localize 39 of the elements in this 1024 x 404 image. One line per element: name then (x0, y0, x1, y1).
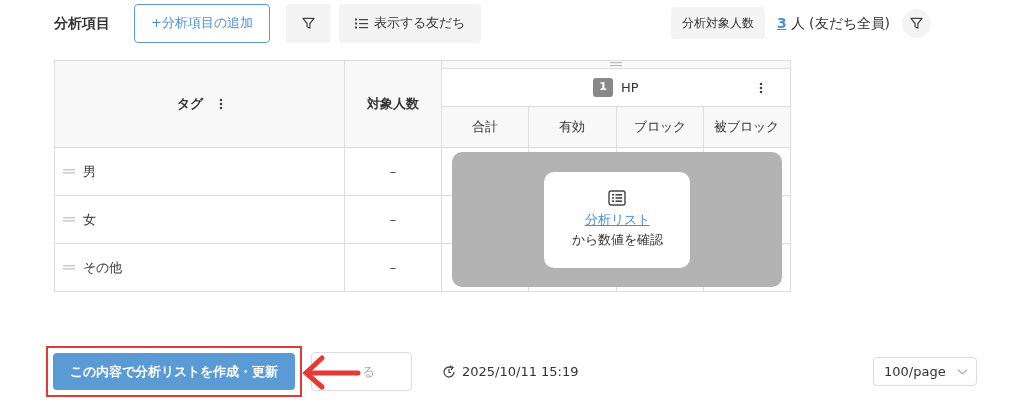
filter-icon (301, 16, 315, 30)
more-icon[interactable] (759, 81, 763, 94)
analysis-list-link[interactable]: 分析リスト (584, 210, 650, 230)
column-header: 有効 (559, 119, 586, 135)
group-name: HP (621, 78, 639, 97)
drag-handle-icon[interactable] (63, 217, 75, 222)
list-icon (608, 190, 626, 206)
tag-cell-text: その他 (83, 258, 122, 277)
drag-handle-icon[interactable] (63, 265, 75, 270)
updated-time: 2025/10/11 15:19 (462, 362, 579, 381)
count-cell: – (389, 259, 397, 275)
filter-button[interactable] (902, 8, 931, 38)
drag-handle-icon[interactable] (63, 169, 75, 174)
page-size-select[interactable]: 100/page (873, 357, 977, 386)
group-number-badge: 1 (593, 78, 613, 97)
column-header: 被ブロック (714, 119, 780, 135)
list-icon (354, 17, 368, 29)
target-label: 分析対象人数 (670, 7, 765, 39)
more-icon[interactable] (218, 98, 223, 110)
friends-button[interactable]: 表示する友だち (338, 3, 481, 43)
column-header: タグ (176, 95, 203, 114)
refresh-icon[interactable] (442, 364, 456, 379)
column-header: 対象人数 (367, 96, 419, 112)
target-text: 人 (友だち全員) (790, 13, 890, 33)
drag-handle-icon[interactable] (610, 62, 622, 67)
filter-icon (910, 16, 923, 30)
tag-cell-text: 男 (83, 162, 96, 181)
count-cell: – (389, 163, 397, 179)
add-item-button[interactable]: +分析項目の追加 (134, 3, 270, 43)
count-cell: – (389, 211, 397, 227)
section-title: 分析項目 (54, 13, 110, 33)
target-count-link[interactable]: 3 (776, 12, 787, 34)
back-button[interactable]: る (311, 352, 412, 391)
create-list-button[interactable]: この内容で分析リストを作成・更新 (53, 353, 295, 390)
tag-cell-text: 女 (83, 210, 96, 229)
chevron-down-icon (957, 368, 968, 375)
overlay-text: から数値を確認 (571, 230, 663, 249)
column-header: ブロック (633, 119, 686, 135)
column-header: 合計 (472, 119, 499, 135)
